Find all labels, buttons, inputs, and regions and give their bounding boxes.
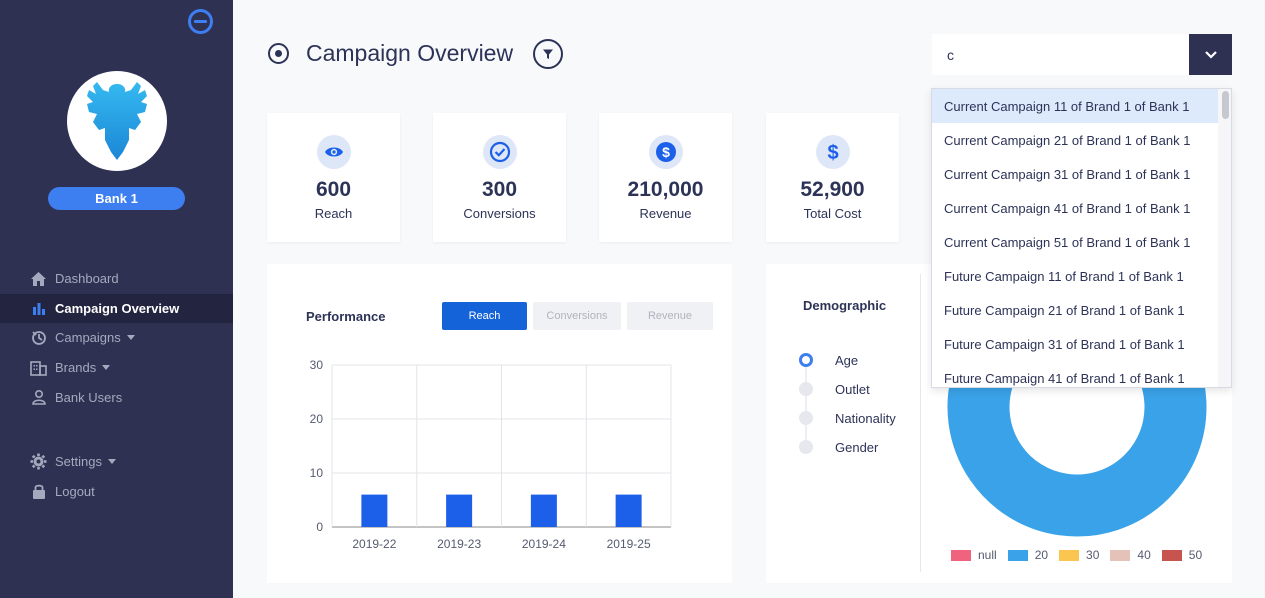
sidebar-item-label: Brands [55,360,97,376]
kpi-value: 600 [315,178,352,201]
sidebar-item-label: Settings [55,454,102,470]
performance-bar-chart: 0 10 20 30 2019-22 2019-23 2019-24 2019-25 [310,358,672,551]
y-tick-label: 0 [316,520,323,534]
legend-item[interactable]: 20 [1007,548,1049,562]
home-icon [29,269,48,288]
legend-label: 30 [1086,548,1100,562]
sidebar-nav-bottom: Settings Logout [0,447,233,506]
bank-name-badge[interactable]: Bank 1 [48,187,185,210]
dropdown-option[interactable]: Future Campaign 41 of Brand 1 of Bank 1 [932,361,1218,387]
kpi-label: Revenue [639,206,692,221]
dropdown-option[interactable]: Current Campaign 51 of Brand 1 of Bank 1 [932,225,1218,259]
kpi-value: 52,900 [800,178,865,201]
kpi-label: Conversions [463,206,536,221]
bar [361,494,388,527]
chevron-down-icon [1204,50,1217,59]
campaigns-icon [29,328,48,347]
y-tick-label: 30 [310,358,324,372]
sidebar-item-label: Dashboard [55,271,119,287]
campaign-select-toggle[interactable] [1189,34,1232,75]
kpi-label: Total Cost [803,206,862,221]
kpi-card-reach: 600 Reach [267,113,400,242]
sidebar-item-label: Bank Users [55,389,123,405]
bar [446,494,473,527]
legend-swatch [1161,549,1182,561]
chevron-down-icon [107,459,116,465]
sidebar: Bank 1 Dashboard Campaign Overview Campa… [0,0,233,598]
dollar-icon: $ [648,135,683,169]
chevron-down-icon [126,335,135,341]
sidebar-item-bank-users[interactable]: Bank Users [0,382,233,412]
dropdown-scroll-track[interactable] [1218,89,1231,387]
legend-item[interactable]: 40 [1110,548,1151,562]
legend-label: 50 [1188,548,1203,562]
sidebar-item-label: Logout [55,483,95,499]
user-icon [29,388,48,407]
eye-icon [316,135,351,169]
sidebar-nav: Dashboard Campaign Overview Campaigns Br… [0,264,233,412]
dropdown-option[interactable]: Current Campaign 21 of Brand 1 of Bank 1 [932,123,1218,157]
campaign-dropdown: Current Campaign 11 of Brand 1 of Bank 1… [931,88,1232,388]
x-tick-label: 2019-25 [607,537,651,551]
legend-label: 40 [1137,548,1151,562]
sidebar-item-settings[interactable]: Settings [0,447,233,477]
x-tick-label: 2019-23 [437,537,481,551]
kpi-card-conversions: 300 Conversions [433,113,566,242]
page-title: Campaign Overview [306,40,514,66]
x-tick-label: 2019-24 [522,537,566,551]
bar [615,494,642,527]
y-tick-label: 20 [310,412,324,426]
performance-card: Performance Reach Conversions Revenue 01… [267,264,732,583]
eagle-logo-icon [87,82,147,160]
kpi-card-total-cost: $ 52,900 Total Cost [766,113,899,242]
sidebar-item-campaign-overview[interactable]: Campaign Overview [0,293,233,324]
sidebar-item-label: Campaigns [55,330,121,346]
y-tick-label: 10 [310,466,324,480]
bank-logo [67,71,167,171]
sidebar-item-dashboard[interactable]: Dashboard [0,264,233,294]
legend-item[interactable]: 30 [1059,548,1099,562]
legend-swatch [1007,549,1028,561]
kpi-value: 210,000 [627,178,704,201]
building-icon [29,358,48,377]
target-icon [268,43,289,64]
kpi-card-revenue: $ 210,000 Revenue [599,113,732,242]
dropdown-option[interactable]: Future Campaign 31 of Brand 1 of Bank 1 [932,327,1218,361]
dropdown-option[interactable]: Current Campaign 31 of Brand 1 of Bank 1 [932,157,1218,191]
kpi-label: Reach [314,206,353,221]
dollar-icon: $ [815,135,850,169]
donut-legend: null 20 30 40 50 [951,548,1213,562]
legend-label: 20 [1034,548,1049,562]
legend-item[interactable]: null [951,548,997,562]
legend-item[interactable]: 50 [1161,548,1203,562]
collapse-sidebar-icon[interactable] [188,9,213,34]
filter-icon[interactable] [533,39,563,69]
legend-label: null [978,548,997,562]
svg-text:$: $ [827,142,838,163]
check-circle-icon [482,135,517,169]
sidebar-item-label: Campaign Overview [55,300,180,316]
bar [530,494,557,527]
legend-swatch [1059,549,1080,561]
kpi-value: 300 [481,178,518,201]
legend-swatch [1110,549,1131,561]
dropdown-option[interactable]: Future Campaign 11 of Brand 1 of Bank 1 [932,259,1218,293]
dropdown-scrollbar[interactable] [1222,91,1229,119]
legend-swatch [951,549,971,561]
chevron-down-icon [102,365,111,371]
sidebar-item-brands[interactable]: Brands [0,353,233,383]
gear-icon [29,452,48,471]
svg-text:$: $ [662,144,670,160]
sidebar-item-campaigns[interactable]: Campaigns [0,323,233,353]
dropdown-option[interactable]: Current Campaign 11 of Brand 1 of Bank 1 [932,89,1218,123]
bar-chart-icon [29,299,48,318]
dropdown-option[interactable]: Current Campaign 41 of Brand 1 of Bank 1 [932,191,1218,225]
lock-icon [29,482,48,501]
x-tick-label: 2019-22 [352,537,396,551]
dropdown-option[interactable]: Future Campaign 21 of Brand 1 of Bank 1 [932,293,1218,327]
sidebar-item-logout[interactable]: Logout [0,477,233,507]
campaign-search-input[interactable] [932,34,1189,75]
